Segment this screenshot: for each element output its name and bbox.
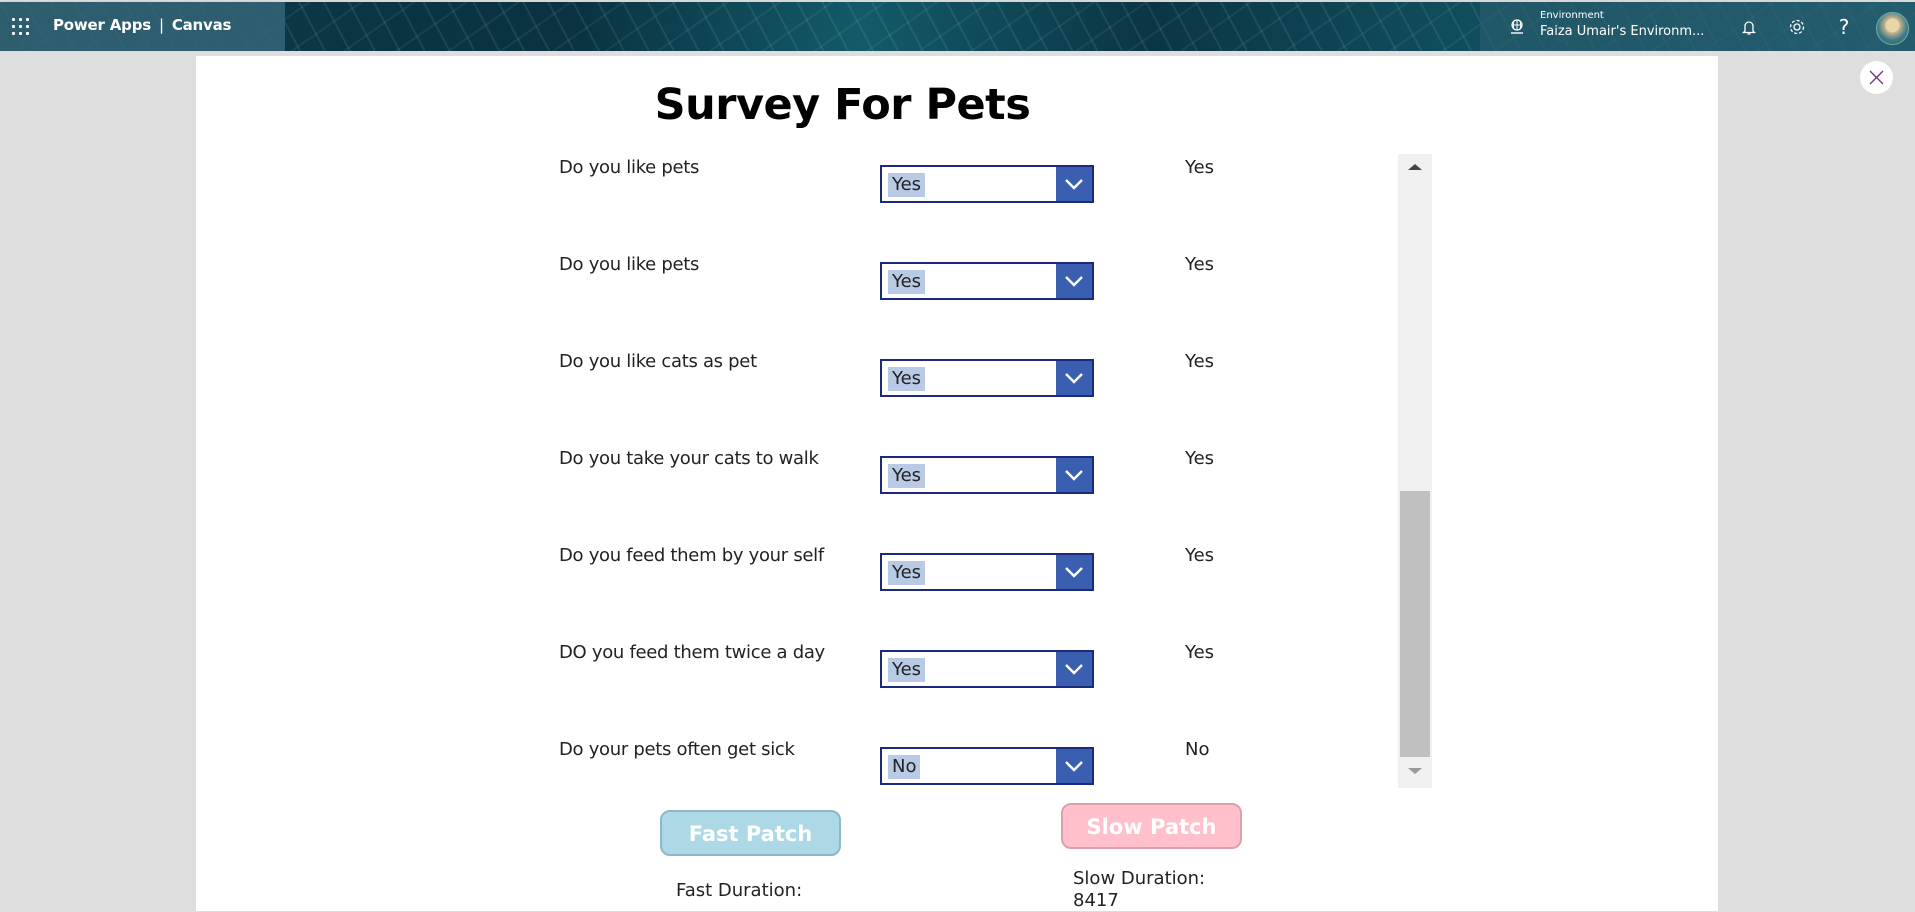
dropdown-button[interactable] [1056, 458, 1092, 492]
chevron-down-icon [1065, 276, 1083, 287]
response-value: Yes [1185, 351, 1215, 372]
dropdown-selected-value: Yes [888, 367, 926, 391]
answer-dropdown[interactable]: Yes [880, 650, 1094, 688]
dropdown-button[interactable] [1056, 167, 1092, 201]
question-label: Do you feed them by your self [559, 545, 824, 566]
answer-dropdown[interactable]: Yes [880, 262, 1094, 300]
survey-row: Do you like pets Yes Yes [550, 154, 1398, 251]
gear-icon[interactable] [1786, 16, 1808, 38]
dropdown-selected-value: Yes [888, 561, 926, 585]
survey-row: DO you feed them twice a day Yes Yes [550, 639, 1398, 736]
response-value: Yes [1185, 545, 1215, 566]
environment-label: Environment [1540, 10, 1604, 21]
dropdown-button[interactable] [1056, 555, 1092, 589]
survey-row: Do you take your cats to walk Yes Yes [550, 445, 1398, 542]
chevron-down-icon [1065, 664, 1083, 675]
response-value: Yes [1185, 642, 1215, 663]
chevron-down-icon [1065, 470, 1083, 481]
dropdown-button[interactable] [1056, 264, 1092, 298]
dropdown-selected-value: Yes [888, 173, 926, 197]
question-label: Do you like cats as pet [559, 351, 757, 372]
scrollbar-thumb[interactable] [1400, 491, 1430, 757]
page-title: Survey For Pets [654, 80, 1031, 130]
answer-dropdown[interactable]: Yes [880, 359, 1094, 397]
response-value: Yes [1185, 254, 1215, 275]
question-label: Do you like pets [559, 254, 700, 275]
environment-name[interactable]: Faiza Umair's Environm... [1540, 24, 1704, 39]
dropdown-selected-value: Yes [888, 464, 926, 488]
answer-dropdown[interactable]: Yes [880, 553, 1094, 591]
survey-row: Do your pets often get sick No No [550, 736, 1398, 788]
bell-icon[interactable] [1738, 16, 1760, 38]
chevron-down-icon [1065, 761, 1083, 772]
app-mode: Canvas [171, 16, 232, 34]
app-title: Power Apps | Canvas [53, 16, 231, 34]
dropdown-button[interactable] [1056, 652, 1092, 686]
response-value: Yes [1185, 448, 1215, 469]
survey-row: Do you like cats as pet Yes Yes [550, 348, 1398, 445]
scroll-down-arrow-icon[interactable] [1408, 768, 1422, 774]
dropdown-selected-value: No [888, 755, 921, 779]
response-value: No [1185, 739, 1210, 760]
slow-duration-label: Slow Duration: [1073, 868, 1206, 889]
app-name[interactable]: Power Apps [53, 16, 151, 34]
dropdown-selected-value: Yes [888, 658, 926, 682]
survey-gallery: Do you like pets Yes Yes Do you like pet… [550, 154, 1432, 788]
slow-duration: Slow Duration: 8417 [1073, 868, 1205, 912]
chevron-down-icon [1065, 179, 1083, 190]
app-header: Power Apps | Canvas Environment Faiza Umai… [0, 2, 1915, 51]
close-button[interactable] [1860, 61, 1893, 94]
title-separator: | [158, 16, 164, 34]
survey-row: Do you feed them by your self Yes Yes [550, 542, 1398, 639]
avatar[interactable] [1876, 12, 1909, 45]
question-label: DO you feed them twice a day [559, 642, 825, 663]
answer-dropdown[interactable]: Yes [880, 165, 1094, 203]
help-icon[interactable]: ? [1833, 16, 1855, 38]
answer-dropdown[interactable]: No [880, 747, 1094, 785]
close-icon [1869, 70, 1884, 85]
chevron-down-icon [1065, 373, 1083, 384]
dropdown-button[interactable] [1056, 361, 1092, 395]
environment-icon[interactable] [1508, 18, 1526, 36]
question-label: Do you take your cats to walk [559, 448, 819, 469]
scroll-up-arrow-icon[interactable] [1408, 164, 1422, 170]
waffle-icon[interactable] [12, 18, 30, 36]
question-label: Do your pets often get sick [559, 739, 795, 760]
fast-patch-button[interactable]: Fast Patch [660, 810, 841, 856]
response-value: Yes [1185, 157, 1215, 178]
dropdown-selected-value: Yes [888, 270, 926, 294]
fast-duration-label: Fast Duration: [676, 880, 803, 901]
question-label: Do you like pets [559, 157, 700, 178]
slow-duration-value: 8417 [1073, 890, 1119, 911]
answer-dropdown[interactable]: Yes [880, 456, 1094, 494]
survey-row: Do you like pets Yes Yes [550, 251, 1398, 348]
chevron-down-icon [1065, 567, 1083, 578]
gallery-scrollbar[interactable] [1398, 154, 1432, 788]
dropdown-button[interactable] [1056, 749, 1092, 783]
slow-patch-button[interactable]: Slow Patch [1061, 803, 1242, 849]
